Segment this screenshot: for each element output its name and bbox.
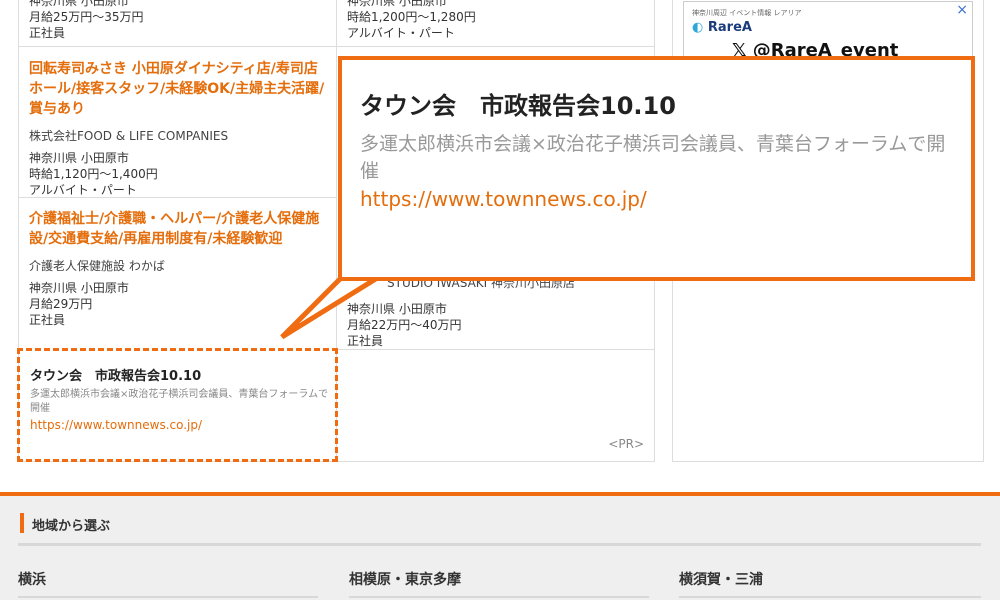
job-company: 株式会社FOOD & LIFE COMPANIES <box>29 129 229 143</box>
region-underline <box>349 596 649 598</box>
job-salary: 時給1,200円〜1,280円 <box>347 10 476 24</box>
job-location: 神奈川県 小田原市 <box>347 0 447 8</box>
job-location: 神奈川県 小田原市 <box>29 0 129 8</box>
job-type: アルバイト・パート <box>347 26 455 40</box>
job-salary: 月給22万円〜40万円 <box>347 318 462 332</box>
divider <box>337 349 654 350</box>
ad-brand-icon: ◐ <box>692 20 704 35</box>
ad-banner[interactable]: 神奈川周辺 イベント情報 レアリア × ◐ RareA 𝕏 @RareA_eve… <box>683 1 973 61</box>
job-partial-top[interactable]: 神奈川県 小田原市 時給1,200円〜1,280円 アルバイト・パート <box>337 0 654 41</box>
job-salary: 月給25万円〜35万円 <box>29 10 144 24</box>
news-item-highlight[interactable]: タウン会 市政報告会10.10 多運太郎横浜市会議×政治花子横浜司会議員、青葉台… <box>17 348 338 462</box>
divider <box>337 46 654 47</box>
job-location: 神奈川県 小田原市 <box>29 151 129 165</box>
divider <box>19 197 336 198</box>
news-description: 多運太郎横浜市会議×政治花子横浜司会議員、青葉台フォーラムで開催 <box>30 389 329 414</box>
news-item[interactable]: タウン会 市政報告会10.10 多運太郎横浜市会議×政治花子横浜司会議員、青葉台… <box>30 365 330 432</box>
job-salary: 時給1,120円〜1,400円 <box>29 167 158 181</box>
pr-label: <PR> <box>608 437 644 451</box>
divider <box>19 46 336 47</box>
region-yokosuka-miura[interactable]: 横須賀・三浦 <box>679 569 763 589</box>
ad-brand-text: RareA <box>707 20 752 35</box>
news-title[interactable]: タウン会 市政報告会10.10 <box>30 365 330 384</box>
region-section: 地域から選ぶ 横浜 相模原・東京多摩 横須賀・三浦 <box>0 496 1000 600</box>
job-type: 正社員 <box>347 334 384 348</box>
job-type: アルバイト・パート <box>29 183 137 197</box>
callout-title: タウン会 市政報告会10.10 <box>360 92 676 120</box>
region-underline <box>18 596 318 598</box>
job-title[interactable]: 回転寿司みさき 小田原ダイナシティ店/寿司店ホール/接客スタッフ/未経験OK/主… <box>29 59 326 119</box>
ad-brand: ◐ RareA <box>692 20 752 35</box>
region-underline <box>679 596 981 598</box>
region-heading: 地域から選ぶ <box>32 519 111 534</box>
job-location: 神奈川県 小田原市 <box>347 302 447 316</box>
job-card-sushi[interactable]: 回転寿司みさき 小田原ダイナシティ店/寿司店ホール/接客スタッフ/未経験OK/主… <box>19 59 336 198</box>
news-callout-zoom: タウン会 市政報告会10.10 多運太郎横浜市会議×政治花子横浜司会議員、青葉台… <box>338 56 975 281</box>
callout-link: https://www.townnews.co.jp/ <box>360 187 647 211</box>
region-yokohama[interactable]: 横浜 <box>18 569 46 589</box>
job-partial-top[interactable]: 神奈川県 小田原市 月給25万円〜35万円 正社員 <box>19 0 336 41</box>
region-sagamihara-tama[interactable]: 相模原・東京多摩 <box>349 569 461 589</box>
callout-description: 多運太郎横浜市会議×政治花子横浜司会議員、青葉台フォーラムで開催 <box>360 133 946 182</box>
ad-close-icon[interactable]: × <box>956 2 968 18</box>
news-link[interactable]: https://www.townnews.co.jp/ <box>30 418 330 432</box>
region-divider <box>18 543 981 546</box>
ad-header: 神奈川周辺 イベント情報 レアリア <box>692 9 802 17</box>
region-heading-marker <box>20 513 24 533</box>
job-title[interactable]: 介護福祉士/介護職・ヘルパー/介護老人保健施設/交通費支給/再雇用制度有/未経験… <box>29 209 326 249</box>
job-type: 正社員 <box>29 26 66 40</box>
